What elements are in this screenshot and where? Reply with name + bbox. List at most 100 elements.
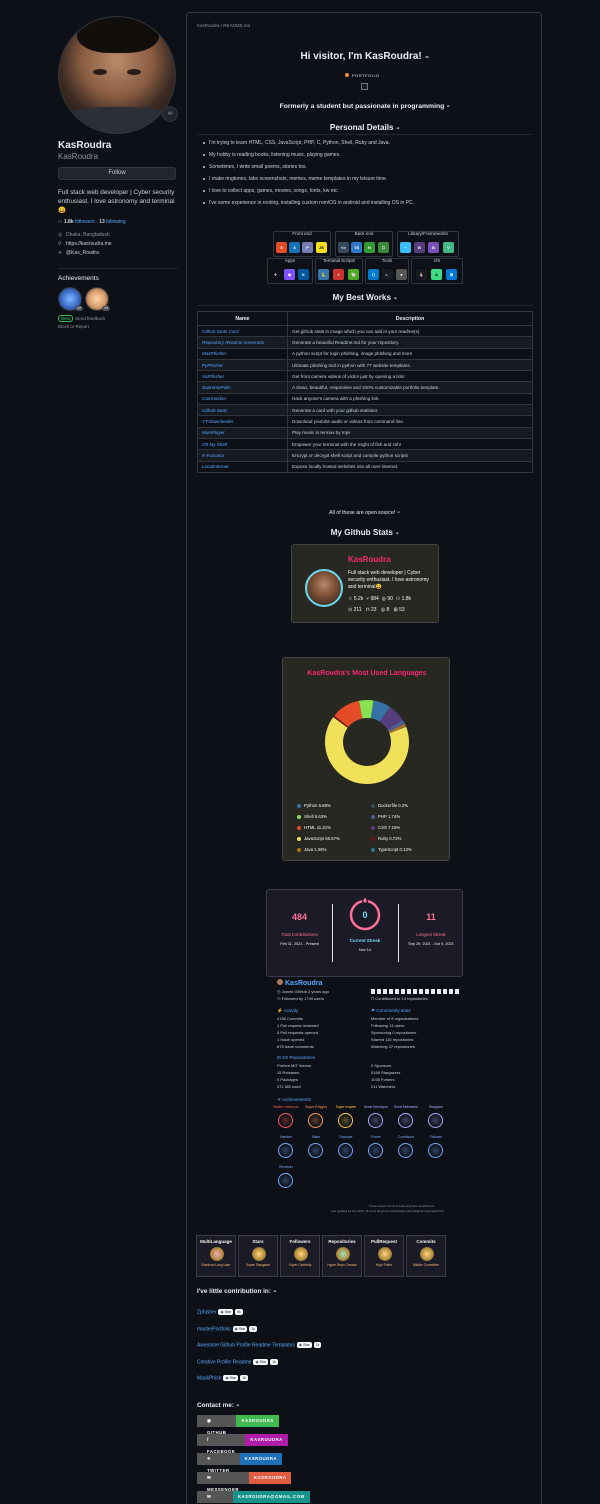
trophy-followers[interactable]: Followers Super Celebrity [280,1235,320,1277]
skill-group-terminal: Terminal Scripts 🐍 ♦ 🐚 [315,258,363,284]
anchor-link-icon[interactable]: ⚭ [425,55,430,61]
messenger-icon: ✉ [207,1475,212,1480]
github-star-button[interactable]: ◉ Star [232,1325,248,1332]
profile-sidebar: ∞ KasRoudra KasRoudra Follow Full stack … [58,16,178,329]
achievements-title: Achievements [58,268,178,282]
profile-username: KasRoudra [58,152,99,161]
metric-badge-label: Stargazer [428,1105,444,1109]
contact-badge[interactable]: ✈ TWITTER KASROUDRA [197,1453,283,1473]
metrics-repos-item: 0 Sponsors [371,1063,392,1068]
work-name-link[interactable]: Repository Readme Generator [197,336,288,349]
list-item: I make ringtones, take screenshots, meme… [203,176,533,188]
trophy-commits[interactable]: Commits Middle Committer [406,1235,446,1277]
table-row: MusiPlayer Play music in termux by mpv [197,426,533,439]
work-name-link[interactable]: CamHacker [197,392,288,406]
language-legend-item: PHP 1.74% [371,814,400,819]
table-row: VidPhisher Get front camera videos of vic… [197,370,533,383]
contact-badge[interactable]: ✉ MESSENGER KASROUDRA [197,1472,292,1492]
star-count[interactable]: 1k [313,1342,322,1348]
column-header-name: Name [197,311,288,326]
beta-feedback: Beta Send feedback [58,315,178,322]
twitter-row[interactable]: ✈ @Kas_Roudra [58,249,178,258]
github-star-button[interactable]: ◉ Star [218,1309,234,1315]
work-name-link[interactable]: MaxPhisher [197,347,288,360]
contribution-link[interactable]: masterPortfolio ◉ Star 1k [197,1325,258,1332]
metrics-repos-item: 211 Watchers [371,1084,396,1089]
skill-group-backend: Back end <> TS N ⬡ [335,231,393,257]
languages-card[interactable]: KasRoudra's Most Used Languages Python 6… [282,657,450,861]
contact-badge[interactable]: ◉ GITHUB KASROUDRA [197,1415,279,1435]
followers-link[interactable]: 1.8k followers [64,219,95,225]
trophy-repositories[interactable]: Repositories Hyper Repo Creator [322,1235,362,1277]
list-item: My hobby is reading books, listening mus… [203,152,533,164]
status-emoji-icon[interactable]: ∞ [162,106,178,122]
list-item: I love to collect apps, games, movies, s… [203,188,533,200]
readme-path[interactable]: KasRoudra / README.md [197,23,250,28]
trophies-row[interactable]: MultiLanguage Rainbow Lang User Stars Super… [196,1235,448,1277]
work-name-link[interactable]: PyPhisher [197,358,288,372]
work-description: Ultimate phishing tool in python with 77… [287,358,533,372]
anchor-link-icon[interactable]: ⚭ [396,126,400,132]
streak-card[interactable]: 484 Total Contributions Feb 11, 2021 - P… [266,889,463,977]
portfolio-badge[interactable]: PORTFOLIO [345,73,380,78]
nodejs-icon: N [364,242,375,253]
anchor-link-icon[interactable]: ⚭ [273,1289,277,1295]
work-name-link[interactable]: Github Stats Card [197,324,288,338]
work-name-link[interactable]: MusiPlayer [197,426,288,439]
contact-badge[interactable]: f FACEBOOK KASROUDRA [197,1434,288,1454]
block-report-link[interactable]: Block or Report [58,324,178,329]
achievement-badge[interactable]: x2 [58,287,83,311]
work-name-link[interactable]: VidPhisher [197,370,288,383]
personal-details-title: Personal Details ⚭ [329,123,401,132]
contribution-link[interactable]: Awesome Github Profile Readme Templates ◉… [197,1342,322,1348]
contribution-link[interactable]: MaskPhish ◉ Star 1k [197,1375,248,1381]
work-name-link[interactable]: YT-Downloader [197,415,288,428]
metrics-activity-item: 875 issue comments [277,1044,314,1049]
metrics-footer-note: These metrics do not include all private… [369,1204,435,1208]
github-star-button[interactable]: ◉ Star [223,1375,239,1381]
git-icon: ● [396,269,407,280]
avatar[interactable] [58,16,176,134]
metrics-community-item: Member of 8 organizations [371,1016,419,1021]
trophy-icon [294,1247,308,1261]
website-row[interactable]: ⚲ https://kasroudra.me [58,240,178,249]
star-count[interactable]: 8k [235,1309,243,1315]
current-streak-label: Current Streak [349,938,381,943]
stats-card[interactable]: KasRoudra Full stack web developer | Cyb… [291,544,439,623]
github-star-button[interactable]: ◉ Star [296,1342,312,1348]
current-streak-value: 0 [362,910,368,920]
work-name-link[interactable]: Github Stats [197,404,288,417]
total-contributions-label: Total Contributions [281,932,318,937]
star-count[interactable]: 1k [270,1358,278,1365]
metric-badge-label: Super Inspirer [335,1105,357,1109]
anchor-link-icon[interactable]: ⚭ [393,296,397,302]
star-count[interactable]: 1k [240,1375,248,1381]
achievement-badge[interactable]: x3 [85,287,110,311]
metric-badge-icon [398,1113,413,1128]
work-name-link[interactable]: SupremePolio [197,381,288,394]
kotlin-icon: ◆ [284,269,295,280]
contact-badge[interactable]: ✉ EMAILKASROUDRA@GMAIL.COM [197,1491,310,1503]
html5-icon: 5 [276,242,287,253]
star-count[interactable]: 1k [249,1325,258,1332]
anchor-link-icon[interactable]: ⚭ [395,531,399,537]
work-name-link[interactable]: K-Fuscator [197,449,288,462]
contribution-link[interactable]: Zphisher ◉ Star 8k [197,1309,243,1315]
trophy-stars[interactable]: Stars Super Stargazer [238,1235,278,1277]
anchor-link-icon[interactable]: ⚭ [236,1403,240,1409]
works-table: Name Description Github Stats Card Get git… [197,311,533,473]
follow-button[interactable]: Follow [58,167,176,180]
work-name-link[interactable]: Oh My Shell [197,437,288,451]
trophy-multilanguage[interactable]: MultiLanguage Rainbow Lang User [196,1235,236,1277]
github-star-button[interactable]: ◉ Star [253,1358,269,1365]
anchor-link-icon[interactable]: ⚭ [397,510,401,516]
contribution-link[interactable]: Creative Profile Readme ◉ Star 1k [197,1358,278,1365]
language-legend-item: HTML 11.21% [297,825,331,830]
work-name-link[interactable]: LocalInternet [197,460,288,473]
profile-name: KasRoudra [58,140,112,151]
longest-streak-label: Longest Streak [416,932,446,937]
following-link[interactable]: 13 following [99,219,125,225]
metrics-repos-item: 1035 Forkers [371,1077,395,1082]
anchor-link-icon[interactable]: ⚭ [446,104,450,110]
trophy-pullrequest[interactable]: PullRequest High Puller [364,1235,404,1277]
